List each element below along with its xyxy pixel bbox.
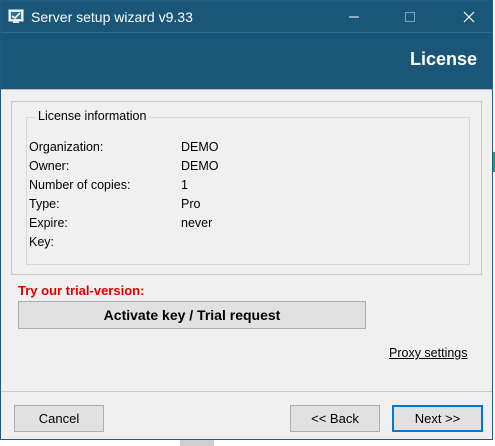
field-value: DEMO: [181, 140, 219, 154]
field-value: 1: [181, 178, 188, 192]
minimize-icon: [349, 16, 359, 17]
maximize-icon: [405, 11, 415, 22]
window-title: Server setup wizard v9.33: [31, 9, 193, 25]
group-title: License information: [35, 109, 150, 123]
header-banner: License: [1, 32, 492, 89]
content-panel: License information Organization: DEMO O…: [11, 101, 482, 275]
back-button[interactable]: << Back: [290, 405, 380, 432]
proxy-settings-link[interactable]: Proxy settings: [389, 346, 468, 360]
wizard-window: Server setup wizard v9.33 License Licens…: [0, 0, 493, 440]
page-title: License: [409, 49, 477, 69]
license-info-group: License information Organization: DEMO O…: [26, 109, 470, 265]
maximize-button[interactable]: [387, 1, 433, 32]
footer-divider: [1, 391, 492, 392]
field-label: Number of copies:: [29, 178, 131, 192]
minimize-button[interactable]: [331, 1, 377, 32]
field-label: Owner:: [29, 159, 70, 173]
field-value: Pro: [181, 197, 201, 211]
field-label: Organization:: [29, 140, 104, 154]
activate-key-button[interactable]: Activate key / Trial request: [18, 301, 366, 329]
app-setup-icon[interactable]: [8, 8, 25, 25]
field-value: DEMO: [181, 159, 219, 173]
cancel-button[interactable]: Cancel: [14, 405, 104, 432]
field-label: Expire:: [29, 216, 68, 230]
next-button[interactable]: Next >>: [392, 405, 483, 432]
close-icon: [463, 11, 475, 22]
background-window-edge: [180, 440, 214, 446]
field-label: Key:: [29, 235, 55, 249]
close-button[interactable]: [446, 1, 492, 32]
trial-prompt: Try our trial-version:: [18, 283, 145, 298]
field-value: never: [181, 216, 213, 230]
title-bar[interactable]: Server setup wizard v9.33: [1, 1, 492, 32]
header-divider: [1, 89, 492, 90]
field-label: Type:: [29, 197, 60, 211]
